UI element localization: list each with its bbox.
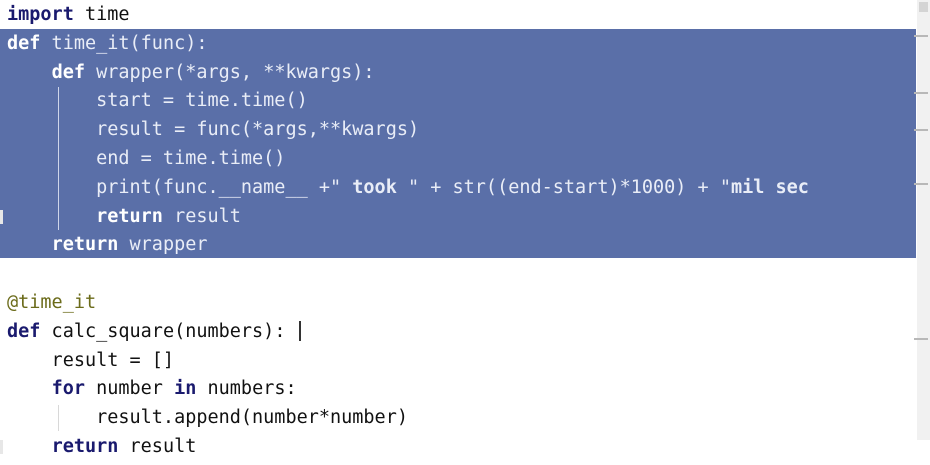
code-token: end = time.time() <box>7 148 286 169</box>
string-token: mil sec <box>730 176 809 198</box>
code-line[interactable]: result = func(*args,**kwargs) <box>7 116 419 144</box>
keyword-token: return <box>96 205 163 227</box>
code-editor[interactable]: import time def time_it(func): def wrappe… <box>0 0 930 465</box>
gutter-mark <box>0 210 3 224</box>
scroll-marker <box>914 92 928 94</box>
code-token: result <box>162 205 241 227</box>
code-line[interactable]: start = time.time() <box>7 87 308 115</box>
code-token: number <box>84 378 175 400</box>
decorator-token: @time_it <box>7 292 97 313</box>
code-line[interactable]: import time <box>7 1 130 29</box>
code-token: result.append(number*number) <box>7 407 408 429</box>
gutter-mark <box>0 440 3 454</box>
code-token: " + str((end-start)*1000) + " <box>407 176 731 198</box>
code-token: calc_square(numbers): <box>40 320 286 342</box>
code-line[interactable]: result.append(number*number) <box>7 404 408 432</box>
scroll-marker <box>914 338 928 340</box>
code-token: wrapper <box>118 234 208 256</box>
code-line[interactable]: def wrapper(*args, **kwargs): <box>7 59 375 87</box>
code-token: result <box>118 436 197 457</box>
code-line[interactable]: return wrapper <box>7 231 208 259</box>
scroll-marker <box>914 129 928 131</box>
code-line[interactable]: def calc_square(numbers): <box>7 318 285 346</box>
keyword-token: for <box>51 378 85 400</box>
code-token: result = [] <box>7 349 175 371</box>
keyword-token: def <box>7 320 41 342</box>
code-line[interactable]: def time_it(func): <box>7 30 208 58</box>
code-token: print(func.__name__ +" <box>7 176 342 198</box>
keyword-token: import <box>7 4 74 25</box>
keyword-token: return <box>51 234 119 256</box>
code-line[interactable]: end = time.time() <box>7 145 285 173</box>
keyword-token: in <box>174 378 197 400</box>
scroll-marker <box>914 183 928 185</box>
vertical-scrollbar[interactable] <box>917 0 930 440</box>
code-line[interactable]: return result <box>7 203 241 231</box>
code-line[interactable]: result = [] <box>7 347 175 375</box>
code-line[interactable]: @time_it <box>7 289 96 317</box>
scroll-marker <box>914 35 928 37</box>
code-token: time <box>73 4 130 25</box>
code-token: numbers: <box>196 378 297 400</box>
code-token: time_it(func): <box>40 32 208 54</box>
keyword-token: return <box>51 436 119 457</box>
code-line[interactable]: print(func.__name__ +" took " + str((end… <box>7 174 809 202</box>
code-token: start = time.time() <box>7 90 308 112</box>
code-token: result = func(*args,**kwargs) <box>7 119 420 141</box>
text-cursor <box>299 321 307 341</box>
code-line[interactable]: return result <box>7 433 197 461</box>
keyword-token: def <box>7 32 41 54</box>
scrollbar-thumb[interactable] <box>919 2 928 12</box>
code-line[interactable]: for number in numbers: <box>7 375 297 403</box>
code-token: wrapper(*args, **kwargs): <box>84 61 375 83</box>
string-token: took <box>341 176 408 198</box>
keyword-token: def <box>51 61 85 83</box>
